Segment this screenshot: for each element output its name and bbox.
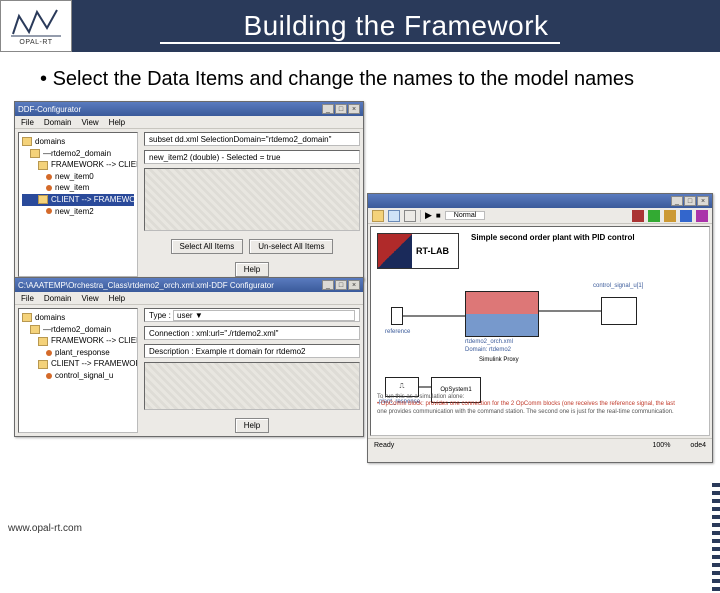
- maximize-icon[interactable]: □: [335, 104, 347, 114]
- save-icon[interactable]: [388, 210, 400, 222]
- titlebar[interactable]: C:\AAATEMP\Orchestra_Class\rtdemo2_orch.…: [15, 278, 363, 292]
- menubar: File Domain View Help: [15, 292, 363, 305]
- screenshot-area: DDF-Configurator _ □ × File Domain View …: [12, 101, 720, 501]
- play-icon[interactable]: ▶: [425, 210, 432, 221]
- proxy-block[interactable]: [465, 291, 539, 337]
- block-label: control_signal_u[1]: [593, 283, 643, 289]
- empty-area: [144, 362, 360, 410]
- menu-file[interactable]: File: [21, 118, 34, 127]
- tree-item[interactable]: —rtdemo2_domain: [22, 148, 134, 160]
- model-canvas[interactable]: RT-LAB Simple second order plant with PI…: [370, 226, 710, 436]
- footer-url: www.opal-rt.com: [8, 523, 82, 534]
- tree-item[interactable]: domains: [22, 312, 134, 324]
- menu-view[interactable]: View: [81, 294, 98, 303]
- tree-item[interactable]: control_signal_u: [22, 370, 134, 382]
- minimize-icon[interactable]: _: [322, 104, 334, 114]
- tree-item[interactable]: new_item: [22, 182, 134, 194]
- block-label: reference: [385, 329, 410, 335]
- footnote: To run this as a simulation alone: • OpC…: [377, 394, 703, 417]
- type-row: Type : user ▼: [144, 308, 360, 322]
- tree-item[interactable]: plant_response: [22, 347, 134, 359]
- menu-help[interactable]: Help: [109, 118, 125, 127]
- status-bar: Ready 100% ode4: [368, 438, 712, 452]
- maximize-icon[interactable]: □: [335, 280, 347, 290]
- title-underline: [160, 42, 560, 44]
- block-label: rtdemo2_orch.xml: [465, 339, 513, 345]
- slide-header: OPAL-RT Building the Framework: [0, 0, 720, 52]
- opal-rt-logo: OPAL-RT: [0, 0, 72, 52]
- chevron-down-icon: ▼: [195, 311, 203, 320]
- print-icon[interactable]: [404, 210, 416, 222]
- menubar: File Domain View Help: [15, 116, 363, 129]
- tree-item[interactable]: —rtdemo2_domain: [22, 324, 134, 336]
- type-select[interactable]: user ▼: [173, 310, 355, 321]
- menu-help[interactable]: Help: [109, 294, 125, 303]
- window-title: DDF-Configurator: [18, 105, 322, 114]
- block-label: Domain: rtdemo2: [465, 347, 511, 353]
- tree-item[interactable]: domains: [22, 136, 134, 148]
- tool-icon[interactable]: [664, 210, 676, 222]
- source-block[interactable]: [391, 307, 403, 325]
- tree-item[interactable]: FRAMEWORK --> CLIENT: [22, 159, 134, 171]
- menu-domain[interactable]: Domain: [44, 294, 72, 303]
- logo-label: OPAL-RT: [19, 39, 52, 46]
- tool-icon[interactable]: [648, 210, 660, 222]
- open-icon[interactable]: [372, 210, 384, 222]
- stop-icon[interactable]: ■: [436, 211, 441, 220]
- subset-field[interactable]: subset dd.xml SelectionDomain="rtdemo2_d…: [144, 132, 360, 146]
- description-field[interactable]: Description : Example rt domain for rtde…: [144, 344, 360, 358]
- ddf-configurator-window-1: DDF-Configurator _ □ × File Domain View …: [14, 101, 364, 281]
- connection-field[interactable]: Connection : xml:url="./rtdemo2.xml": [144, 326, 360, 340]
- tree-item-selected[interactable]: CLIENT --> FRAMEWORK: [22, 194, 134, 206]
- titlebar[interactable]: DDF-Configurator _ □ ×: [15, 102, 363, 116]
- domain-tree[interactable]: domains —rtdemo2_domain FRAMEWORK --> CL…: [18, 132, 138, 277]
- status-pct: 100%: [653, 442, 671, 449]
- minimize-icon[interactable]: _: [322, 280, 334, 290]
- titlebar[interactable]: _ □ ×: [368, 194, 712, 208]
- toolbar: ▶ ■ Normal: [368, 208, 712, 224]
- block-label: Simulink Proxy: [479, 357, 519, 363]
- close-icon[interactable]: ×: [348, 280, 360, 290]
- status-ready: Ready: [374, 442, 394, 449]
- type-label: Type :: [149, 311, 171, 320]
- select-all-button[interactable]: Select All Items: [171, 239, 244, 254]
- tool-icon[interactable]: [680, 210, 692, 222]
- tool-icon[interactable]: [632, 210, 644, 222]
- slide-title: Building the Framework: [72, 10, 720, 42]
- domain-tree[interactable]: domains —rtdemo2_domain FRAMEWORK --> CL…: [18, 308, 138, 433]
- help-button[interactable]: Help: [235, 262, 269, 277]
- diagram-caption: Simple second order plant with PID contr…: [471, 233, 635, 242]
- slide-edge-decoration: [712, 483, 720, 593]
- tree-item[interactable]: new_item0: [22, 171, 134, 183]
- tool-icon[interactable]: [696, 210, 708, 222]
- help-button[interactable]: Help: [235, 418, 269, 433]
- time-field[interactable]: Normal: [445, 211, 486, 220]
- maximize-icon[interactable]: □: [684, 196, 696, 206]
- tree-item[interactable]: FRAMEWORK --> CLIENT: [22, 335, 134, 347]
- menu-file[interactable]: File: [21, 294, 34, 303]
- rtlab-logo: RT-LAB: [377, 233, 459, 269]
- unselect-all-button[interactable]: Un-select All Items: [249, 239, 333, 254]
- menu-domain[interactable]: Domain: [44, 118, 72, 127]
- close-icon[interactable]: ×: [697, 196, 709, 206]
- tree-item[interactable]: new_item2: [22, 206, 134, 218]
- sink-block[interactable]: [601, 297, 637, 325]
- simulink-window: _ □ × ▶ ■ Normal RT-LAB Simple second or…: [367, 193, 713, 463]
- window-title: C:\AAATEMP\Orchestra_Class\rtdemo2_orch.…: [18, 281, 322, 290]
- status-solver: ode4: [690, 442, 706, 449]
- item-field[interactable]: new_item2 (double) - Selected = true: [144, 150, 360, 164]
- menu-view[interactable]: View: [81, 118, 98, 127]
- close-icon[interactable]: ×: [348, 104, 360, 114]
- bullet-point: Select the Data Items and change the nam…: [40, 66, 690, 93]
- minimize-icon[interactable]: _: [671, 196, 683, 206]
- empty-area: [144, 168, 360, 231]
- ddf-configurator-window-2: C:\AAATEMP\Orchestra_Class\rtdemo2_orch.…: [14, 277, 364, 437]
- tree-item[interactable]: CLIENT --> FRAMEWORK: [22, 358, 134, 370]
